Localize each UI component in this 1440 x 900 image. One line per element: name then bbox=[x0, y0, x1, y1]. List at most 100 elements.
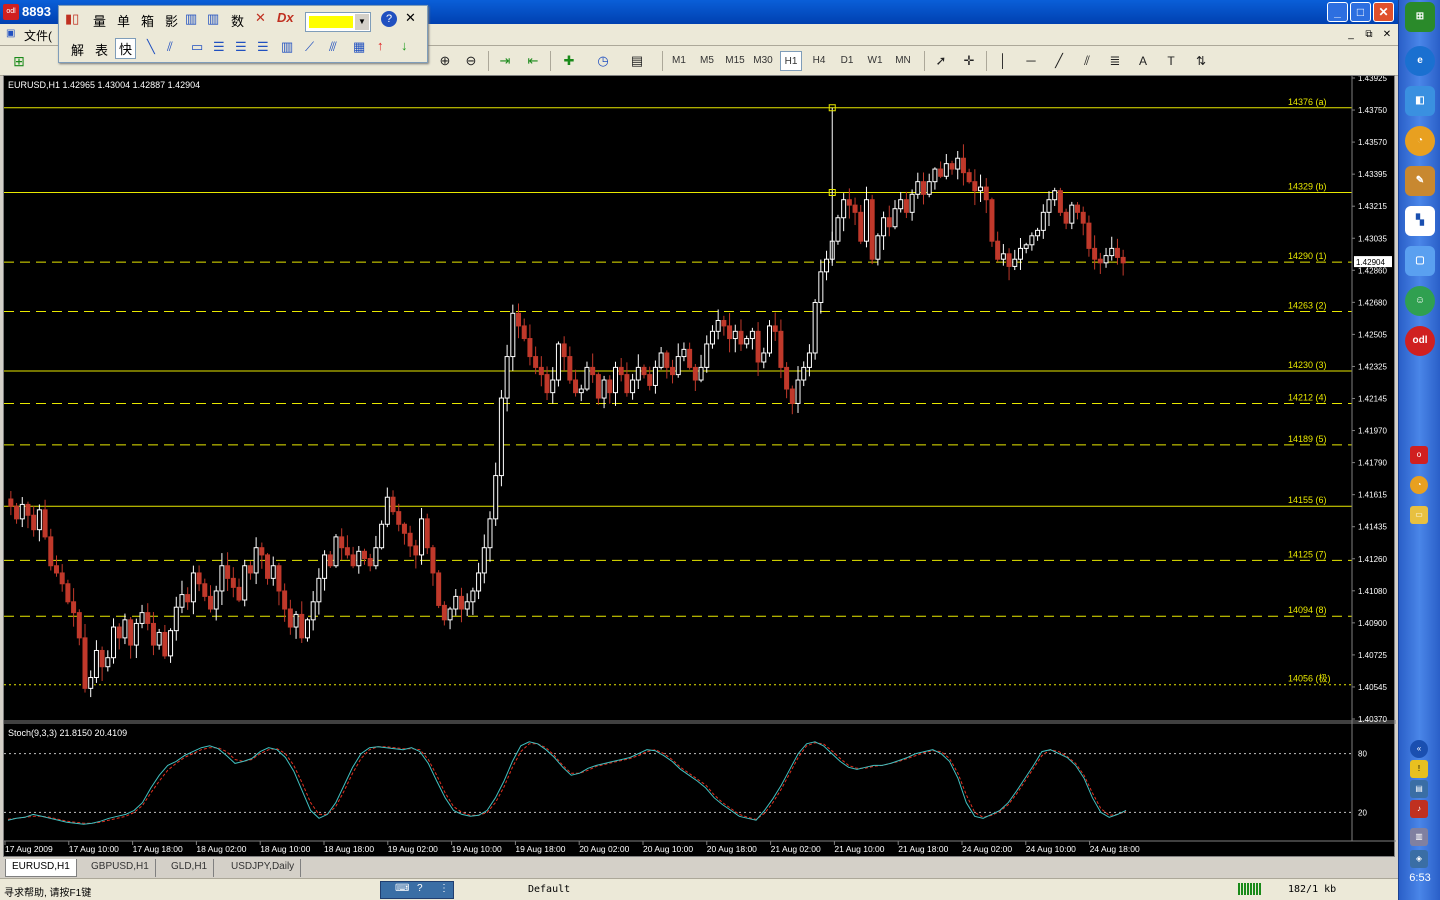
line-tool-icon[interactable]: ╲ bbox=[147, 39, 155, 55]
timeframe-m30[interactable]: M30 bbox=[752, 51, 774, 71]
mdi-minimize-button[interactable]: _ bbox=[1343, 28, 1359, 42]
draw-tool-6[interactable]: 解 bbox=[71, 40, 84, 59]
mdi-close-button[interactable]: ✕ bbox=[1379, 28, 1395, 42]
vertical-line-icon[interactable]: │ bbox=[992, 51, 1014, 71]
ie-browser-icon[interactable]: e bbox=[1405, 46, 1435, 76]
candle-icon[interactable]: ▮▯ bbox=[65, 11, 79, 27]
close-button[interactable]: ✕ bbox=[1373, 2, 1394, 22]
candle-body bbox=[875, 235, 881, 260]
ime-help-icon[interactable]: ? bbox=[417, 883, 423, 894]
candle-body bbox=[1012, 258, 1018, 267]
keyboard-icon[interactable]: ⌨ bbox=[395, 883, 409, 894]
menu-file[interactable]: 文件( bbox=[24, 27, 52, 44]
auto-scroll-icon[interactable]: ⇥ bbox=[494, 51, 516, 71]
horizontal-line-icon[interactable]: ─ bbox=[1020, 51, 1042, 71]
new-chart-icon[interactable]: ⊞ bbox=[8, 51, 30, 71]
timeframe-mn[interactable]: MN bbox=[892, 51, 914, 71]
grid-tool-icon[interactable]: ▦ bbox=[353, 39, 365, 55]
arrows-tool-icon[interactable]: ⇅ bbox=[1190, 51, 1212, 71]
color-picker[interactable]: ▼ bbox=[305, 12, 371, 32]
rectangle-tool-icon[interactable]: ▭ bbox=[191, 39, 203, 55]
timeframe-w1[interactable]: W1 bbox=[864, 51, 886, 71]
tray-volume-icon[interactable]: ♪ bbox=[1410, 800, 1428, 818]
arrow-up-icon[interactable]: ↑ bbox=[377, 38, 384, 53]
fib-tool-icon[interactable]: ☰ bbox=[213, 39, 225, 55]
periods-clock-icon[interactable]: ◷ bbox=[592, 51, 614, 71]
app-icon-3[interactable]: ◔ bbox=[1405, 126, 1435, 156]
text-tool-icon[interactable]: A bbox=[1132, 51, 1154, 71]
ime-toolbar[interactable]: ⌨ ? ⋮ bbox=[380, 881, 454, 899]
tab-gbpusd[interactable]: GBPUSD,H1 bbox=[85, 859, 156, 877]
maximize-button[interactable]: □ bbox=[1350, 2, 1371, 22]
cursor-arrow-icon[interactable]: ➚ bbox=[930, 51, 952, 71]
indicators-icon[interactable]: ✚ bbox=[558, 51, 580, 71]
tray-expand-icon[interactable]: « bbox=[1410, 740, 1428, 758]
app-icon-2[interactable]: ◧ bbox=[1405, 86, 1435, 116]
fib2-tool-icon[interactable]: ☰ bbox=[235, 39, 247, 55]
window-app-icon[interactable]: ▢ bbox=[1405, 246, 1435, 276]
dx-icon[interactable]: Dx bbox=[277, 10, 294, 25]
candle-body bbox=[630, 379, 636, 394]
timeframe-d1[interactable]: D1 bbox=[836, 51, 858, 71]
candle-body bbox=[1057, 190, 1063, 213]
candle-body bbox=[327, 554, 333, 567]
price-tick-label: 1.43750 bbox=[1358, 106, 1387, 115]
minimize-button[interactable]: _ bbox=[1327, 2, 1348, 22]
timeframe-m1[interactable]: M1 bbox=[668, 51, 690, 71]
pencils-icon[interactable]: ✎ bbox=[1405, 166, 1435, 196]
templates-icon[interactable]: ▤ bbox=[626, 51, 648, 71]
tab-usdjpy[interactable]: USDJPY,Daily bbox=[225, 859, 302, 877]
candle-body bbox=[390, 496, 396, 513]
crosshair-icon[interactable]: ✛ bbox=[958, 51, 980, 71]
chart-shift-icon[interactable]: ⇤ bbox=[522, 51, 544, 71]
trendline-icon[interactable]: ╱ bbox=[1048, 51, 1070, 71]
fan-tool-icon[interactable]: ⟋ bbox=[305, 39, 314, 55]
draw-tool-1[interactable]: 量 bbox=[93, 11, 106, 30]
tab-eurusd[interactable]: EURUSD,H1 bbox=[5, 859, 77, 877]
candle-body bbox=[150, 622, 156, 646]
timeframe-m15[interactable]: M15 bbox=[724, 51, 746, 71]
tray-keyboard-icon[interactable]: ▥ bbox=[1410, 828, 1428, 846]
draw-tool-2[interactable]: 单 bbox=[117, 11, 130, 30]
tray-shield-icon[interactable]: ! bbox=[1410, 760, 1428, 778]
channel-icon[interactable]: ⫽ bbox=[1076, 51, 1098, 71]
bars-icon[interactable]: ▥ bbox=[185, 11, 197, 27]
timeframe-m5[interactable]: M5 bbox=[696, 51, 718, 71]
odl-app-icon[interactable]: odl bbox=[1405, 326, 1435, 356]
zoom-out-icon[interactable]: ⊖ bbox=[460, 51, 482, 71]
parallel-tool-icon[interactable]: ⫽ bbox=[167, 39, 173, 55]
panel-close-icon[interactable]: ✕ bbox=[405, 10, 416, 26]
timeframe-h1[interactable]: H1 bbox=[780, 51, 802, 71]
fan2-tool-icon[interactable]: ⫻ bbox=[329, 39, 337, 55]
messenger-icon[interactable]: ☺ bbox=[1405, 286, 1435, 316]
draw-tool-4[interactable]: 影 bbox=[165, 11, 178, 30]
draw-tool-3[interactable]: 箱 bbox=[141, 11, 154, 30]
tray-misc-icon[interactable]: ◈ bbox=[1410, 850, 1428, 868]
candle-body bbox=[652, 366, 658, 386]
fib3-tool-icon[interactable]: ☰ bbox=[257, 39, 269, 55]
fibonacci-icon[interactable]: ≣ bbox=[1104, 51, 1126, 71]
chart-canvas[interactable]: 14376 (a) 14329 (b) 14290 (1) 14263 (2) 1423… bbox=[4, 76, 1396, 858]
text-label-icon[interactable]: T bbox=[1160, 51, 1182, 71]
folder-icon[interactable]: ▭ bbox=[1410, 506, 1428, 524]
draw-tool-5[interactable]: 数 bbox=[231, 11, 244, 30]
bars2-icon[interactable]: ▥ bbox=[207, 11, 219, 27]
draw-tool-7[interactable]: 表 bbox=[95, 40, 108, 59]
cross-icon[interactable]: ✕ bbox=[255, 10, 266, 26]
tray-network-icon[interactable]: ▤ bbox=[1410, 780, 1428, 798]
chart-window[interactable]: 14376 (a) 14329 (b) 14290 (1) 14263 (2) 1423… bbox=[3, 75, 1396, 858]
gann-tool-icon[interactable]: ▥ bbox=[281, 39, 293, 55]
checker-icon[interactable]: ▚ bbox=[1405, 206, 1435, 236]
tab-gld[interactable]: GLD,H1 bbox=[165, 859, 215, 877]
windows-start-icon[interactable]: ⊞ bbox=[1405, 2, 1435, 32]
draw-tool-8[interactable]: 快 bbox=[115, 38, 137, 59]
arrow-down-icon[interactable]: ↓ bbox=[401, 38, 408, 53]
ime-menu-icon[interactable]: ⋮ bbox=[439, 883, 449, 894]
zoom-in-icon[interactable]: ⊕ bbox=[434, 51, 456, 71]
timeframe-h4[interactable]: H4 bbox=[808, 51, 830, 71]
tray-app-icon[interactable]: ◔ bbox=[1410, 476, 1428, 494]
mdi-restore-button[interactable]: ⧉ bbox=[1361, 28, 1377, 42]
help-icon[interactable]: ? bbox=[381, 11, 397, 27]
price-tick-label: 1.40725 bbox=[1358, 651, 1387, 660]
odl-tray-icon[interactable]: o bbox=[1410, 446, 1428, 464]
